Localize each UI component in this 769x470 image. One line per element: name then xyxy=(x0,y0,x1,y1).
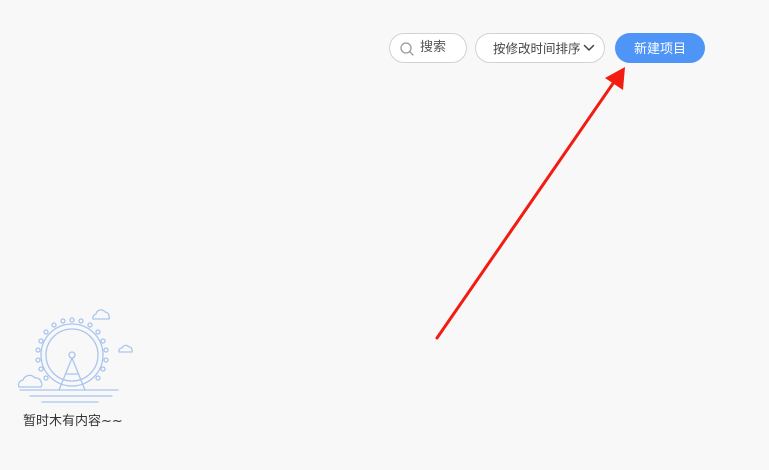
empty-state-message: 暂时木有内容~~ xyxy=(23,414,123,429)
search-label: 搜索 xyxy=(420,40,447,55)
empty-state: 暂时木有内容~~ xyxy=(14,305,136,435)
chevron-down-icon xyxy=(583,44,595,51)
ferris-wheel-illustration xyxy=(17,309,133,403)
new-project-button[interactable]: 新建项目 xyxy=(615,33,705,63)
search-button[interactable]: 搜索 xyxy=(389,33,467,63)
search-icon xyxy=(400,42,414,56)
sort-label: 按修改时间排序 xyxy=(493,41,581,56)
sort-dropdown[interactable]: 按修改时间排序 xyxy=(475,33,605,63)
